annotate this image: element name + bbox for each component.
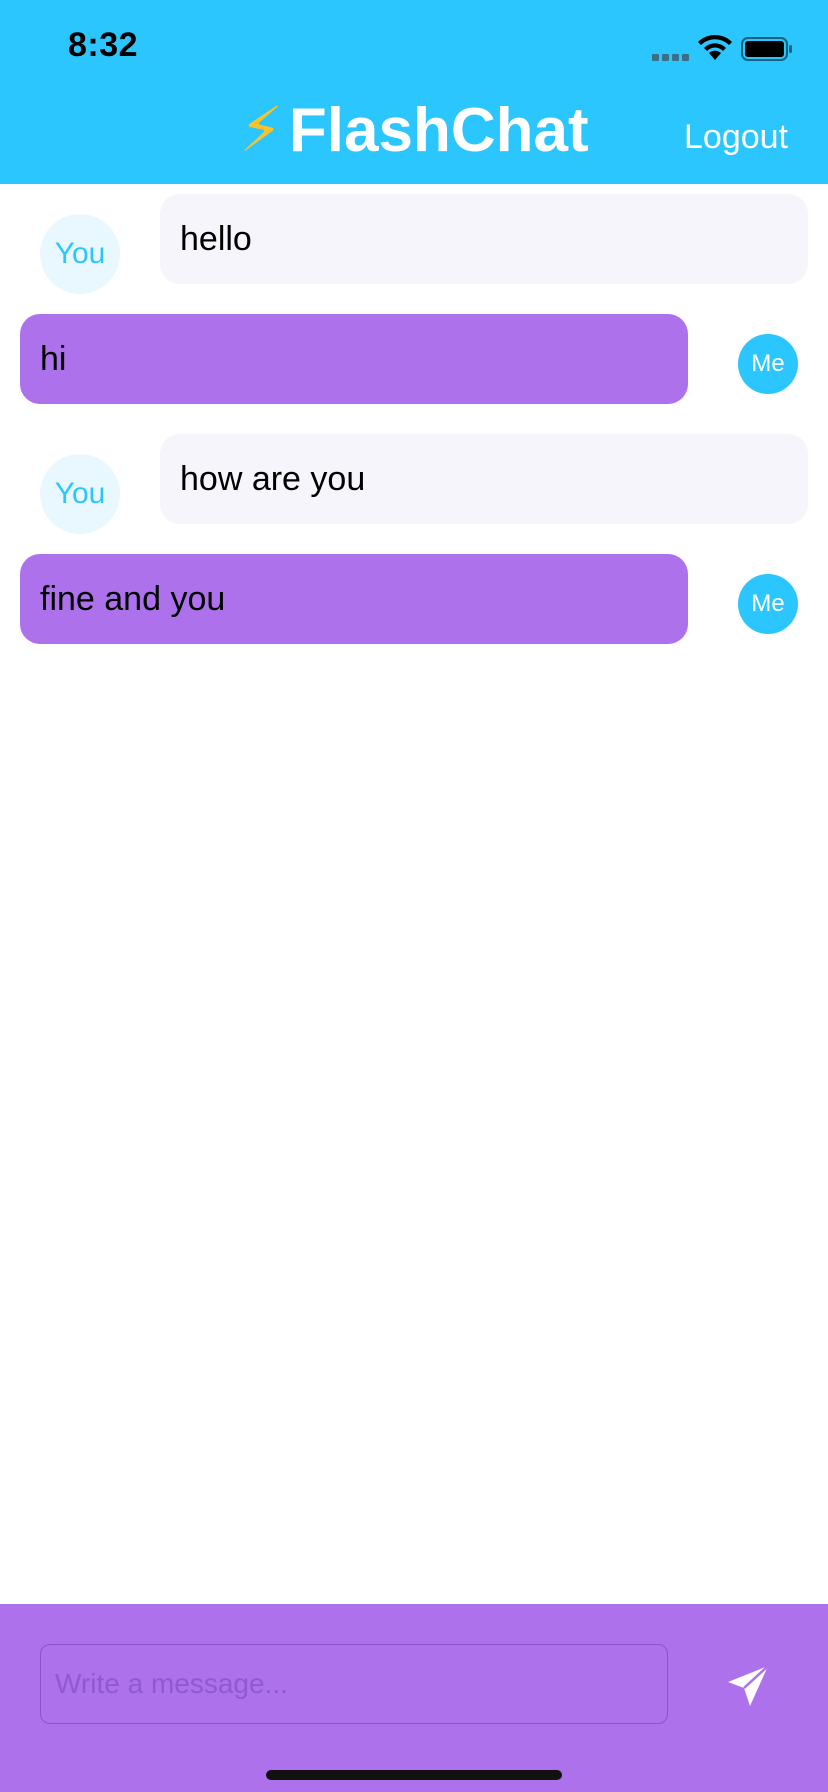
lightning-bolt-icon: ⚡ [239,96,283,165]
message-bubble-sent: fine and you [20,554,688,644]
home-indicator[interactable] [266,1770,562,1780]
sender-avatar-you: You [40,454,120,534]
sender-avatar-me: Me [738,334,798,394]
header: 8:32 ⚡FlashChat Logout [0,0,828,184]
logout-button[interactable]: Logout [684,118,788,157]
chat-screen: 8:32 ⚡FlashChat Logout You hello hi Me Y… [0,0,828,1792]
sender-avatar-you: You [40,214,120,294]
message-input[interactable] [40,1644,668,1724]
wifi-icon [698,34,732,60]
sender-avatar-me: Me [738,574,798,634]
message-list[interactable]: You hello hi Me You how are you fine and… [0,184,828,1604]
message-composer [0,1604,828,1792]
cellular-signal-icon [652,54,692,62]
message-bubble-received: how are you [160,434,808,524]
battery-icon [741,37,792,61]
paper-plane-icon[interactable] [724,1662,772,1710]
app-title-text: FlashChat [288,96,589,165]
message-bubble-sent: hi [20,314,688,404]
status-time: 8:32 [68,26,139,64]
message-bubble-received: hello [160,194,808,284]
